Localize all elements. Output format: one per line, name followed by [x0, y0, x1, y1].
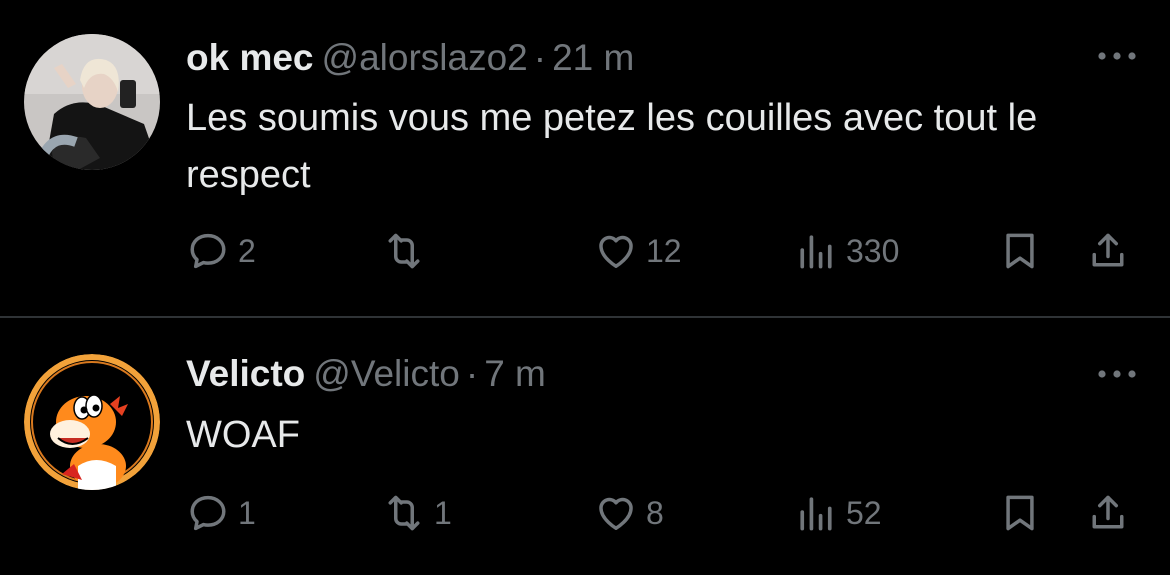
views-count: 52 [846, 494, 882, 531]
reply-count: 2 [238, 232, 256, 269]
share-button[interactable] [1086, 225, 1130, 277]
tweet[interactable]: Velicto @Velicto · 7 m WOAF 1 1 8 52 [0, 318, 1170, 575]
share-icon [1092, 495, 1124, 529]
bookmark-icon [1006, 233, 1034, 269]
share-button[interactable] [1086, 487, 1130, 539]
views-icon [800, 497, 832, 531]
avatar[interactable] [24, 354, 160, 490]
like-icon [599, 235, 633, 268]
like-icon [599, 497, 633, 530]
bookmark-button[interactable] [998, 487, 1042, 539]
bookmark-button[interactable] [998, 225, 1042, 277]
retweet-count: 1 [434, 494, 452, 531]
tweet-header: Velicto @Velicto · 7 m [186, 352, 546, 396]
user-handle[interactable]: @Velicto [313, 353, 460, 394]
like-count: 8 [646, 494, 664, 531]
tweet-header: ok mec @alorslazo2 · 21 m [186, 36, 634, 80]
avatar[interactable] [24, 34, 160, 170]
orange-dinosaur-avatar-icon [24, 354, 160, 490]
bookmark-icon [1006, 495, 1034, 531]
separator: · [465, 353, 479, 394]
views-button[interactable]: 330 [794, 225, 899, 277]
like-button[interactable]: 12 [594, 225, 682, 277]
reply-icon [190, 495, 226, 531]
separator: · [533, 37, 547, 78]
retweet-icon [388, 233, 420, 269]
reply-count: 1 [238, 494, 256, 531]
more-button[interactable] [1094, 364, 1140, 384]
retweet-icon [388, 495, 420, 531]
more-icon [1098, 370, 1136, 378]
like-count: 12 [646, 232, 682, 269]
views-count: 330 [846, 232, 900, 269]
retweet-button[interactable] [382, 225, 434, 277]
more-button[interactable] [1094, 46, 1140, 66]
display-name[interactable]: ok mec [186, 37, 314, 78]
retweet-button[interactable]: 1 [382, 487, 452, 539]
display-name[interactable]: Velicto [186, 353, 305, 394]
views-button[interactable]: 52 [794, 487, 882, 539]
views-icon [800, 235, 832, 269]
timestamp[interactable]: 21 m [552, 37, 634, 78]
tweet-actions: 2 12 330 [186, 225, 1170, 277]
more-icon [1098, 52, 1136, 60]
timestamp[interactable]: 7 m [484, 353, 546, 394]
reply-button[interactable]: 2 [186, 225, 256, 277]
tweet-text: Les soumis vous me petez les couilles av… [186, 97, 1038, 196]
profile-photo-icon [24, 34, 160, 170]
tweet-actions: 1 1 8 52 [186, 487, 1170, 539]
user-handle[interactable]: @alorslazo2 [322, 37, 528, 78]
tweet-text: WOAF [186, 414, 300, 456]
reply-button[interactable]: 1 [186, 487, 256, 539]
like-button[interactable]: 8 [594, 487, 664, 539]
reply-icon [190, 233, 226, 269]
share-icon [1092, 233, 1124, 267]
tweet[interactable]: ok mec @alorslazo2 · 21 m Les soumis vous m… [0, 0, 1170, 316]
